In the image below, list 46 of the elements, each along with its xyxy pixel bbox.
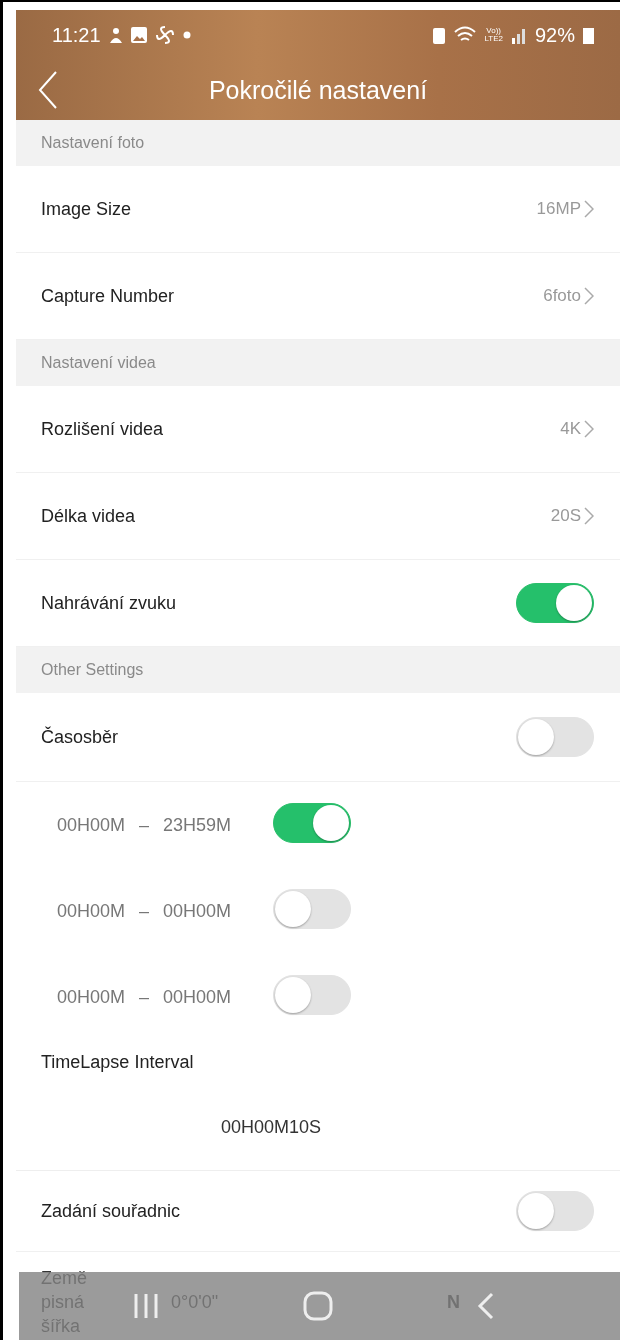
setting-label: Capture Number <box>41 285 175 307</box>
setting-label: Časosběr <box>41 726 119 748</box>
setting-value[interactable]: 16MP <box>536 199 594 219</box>
setting-value[interactable]: 6foto <box>543 286 594 306</box>
setting-label: Rozlišení videa <box>41 418 164 440</box>
chevron-right-icon <box>584 420 594 438</box>
setting-label: Image Size <box>41 198 132 220</box>
time-start: 00H00M <box>57 986 126 1008</box>
recents-button[interactable] <box>133 1292 159 1320</box>
wifi-icon <box>454 26 477 44</box>
time-start: 00H00M <box>57 900 126 922</box>
back-button[interactable] <box>36 70 60 110</box>
time-end: 00H00M <box>163 900 232 922</box>
setting-label: TimeLapse Interval <box>41 1051 194 1073</box>
setting-label: Zadání souřadnic <box>41 1200 181 1222</box>
fan-icon <box>154 25 175 45</box>
section-header: Nastavení videa <box>16 340 620 386</box>
dot-icon <box>182 31 191 39</box>
setting-label: Délka videa <box>41 505 136 527</box>
battery-percent: 92% <box>534 23 575 47</box>
time-start: 00H00M <box>57 814 126 836</box>
setting-value[interactable]: 20S <box>550 506 594 526</box>
section-header: Nastavení foto <box>16 120 620 166</box>
home-button[interactable] <box>303 1291 333 1321</box>
toggle-switch[interactable] <box>516 583 594 623</box>
page-title: Pokročilé nastavení <box>208 75 428 105</box>
person-icon <box>108 26 123 44</box>
back-button[interactable] <box>477 1292 495 1320</box>
chevron-right-icon <box>584 507 594 525</box>
image-icon <box>130 27 147 43</box>
chevron-right-icon <box>584 287 594 305</box>
setting-value[interactable]: 4K <box>560 419 594 439</box>
dash-separator: – <box>139 986 150 1008</box>
toggle-switch[interactable] <box>273 803 352 843</box>
setting-label: Nahrávání zvuku <box>41 592 177 614</box>
network-label: Vo)) LTE2 <box>484 27 503 43</box>
time-end: 23H59M <box>163 814 232 836</box>
chevron-right-icon <box>584 200 594 218</box>
status-time: 11:21 <box>52 23 101 47</box>
signal-icon <box>510 26 527 44</box>
dash-separator: – <box>139 900 150 922</box>
battery-icon <box>583 26 594 44</box>
interval-value[interactable]: 00H00M10S <box>221 1116 322 1138</box>
time-end: 00H00M <box>163 986 232 1008</box>
section-header: Other Settings <box>16 647 620 693</box>
dash-separator: – <box>139 814 150 836</box>
